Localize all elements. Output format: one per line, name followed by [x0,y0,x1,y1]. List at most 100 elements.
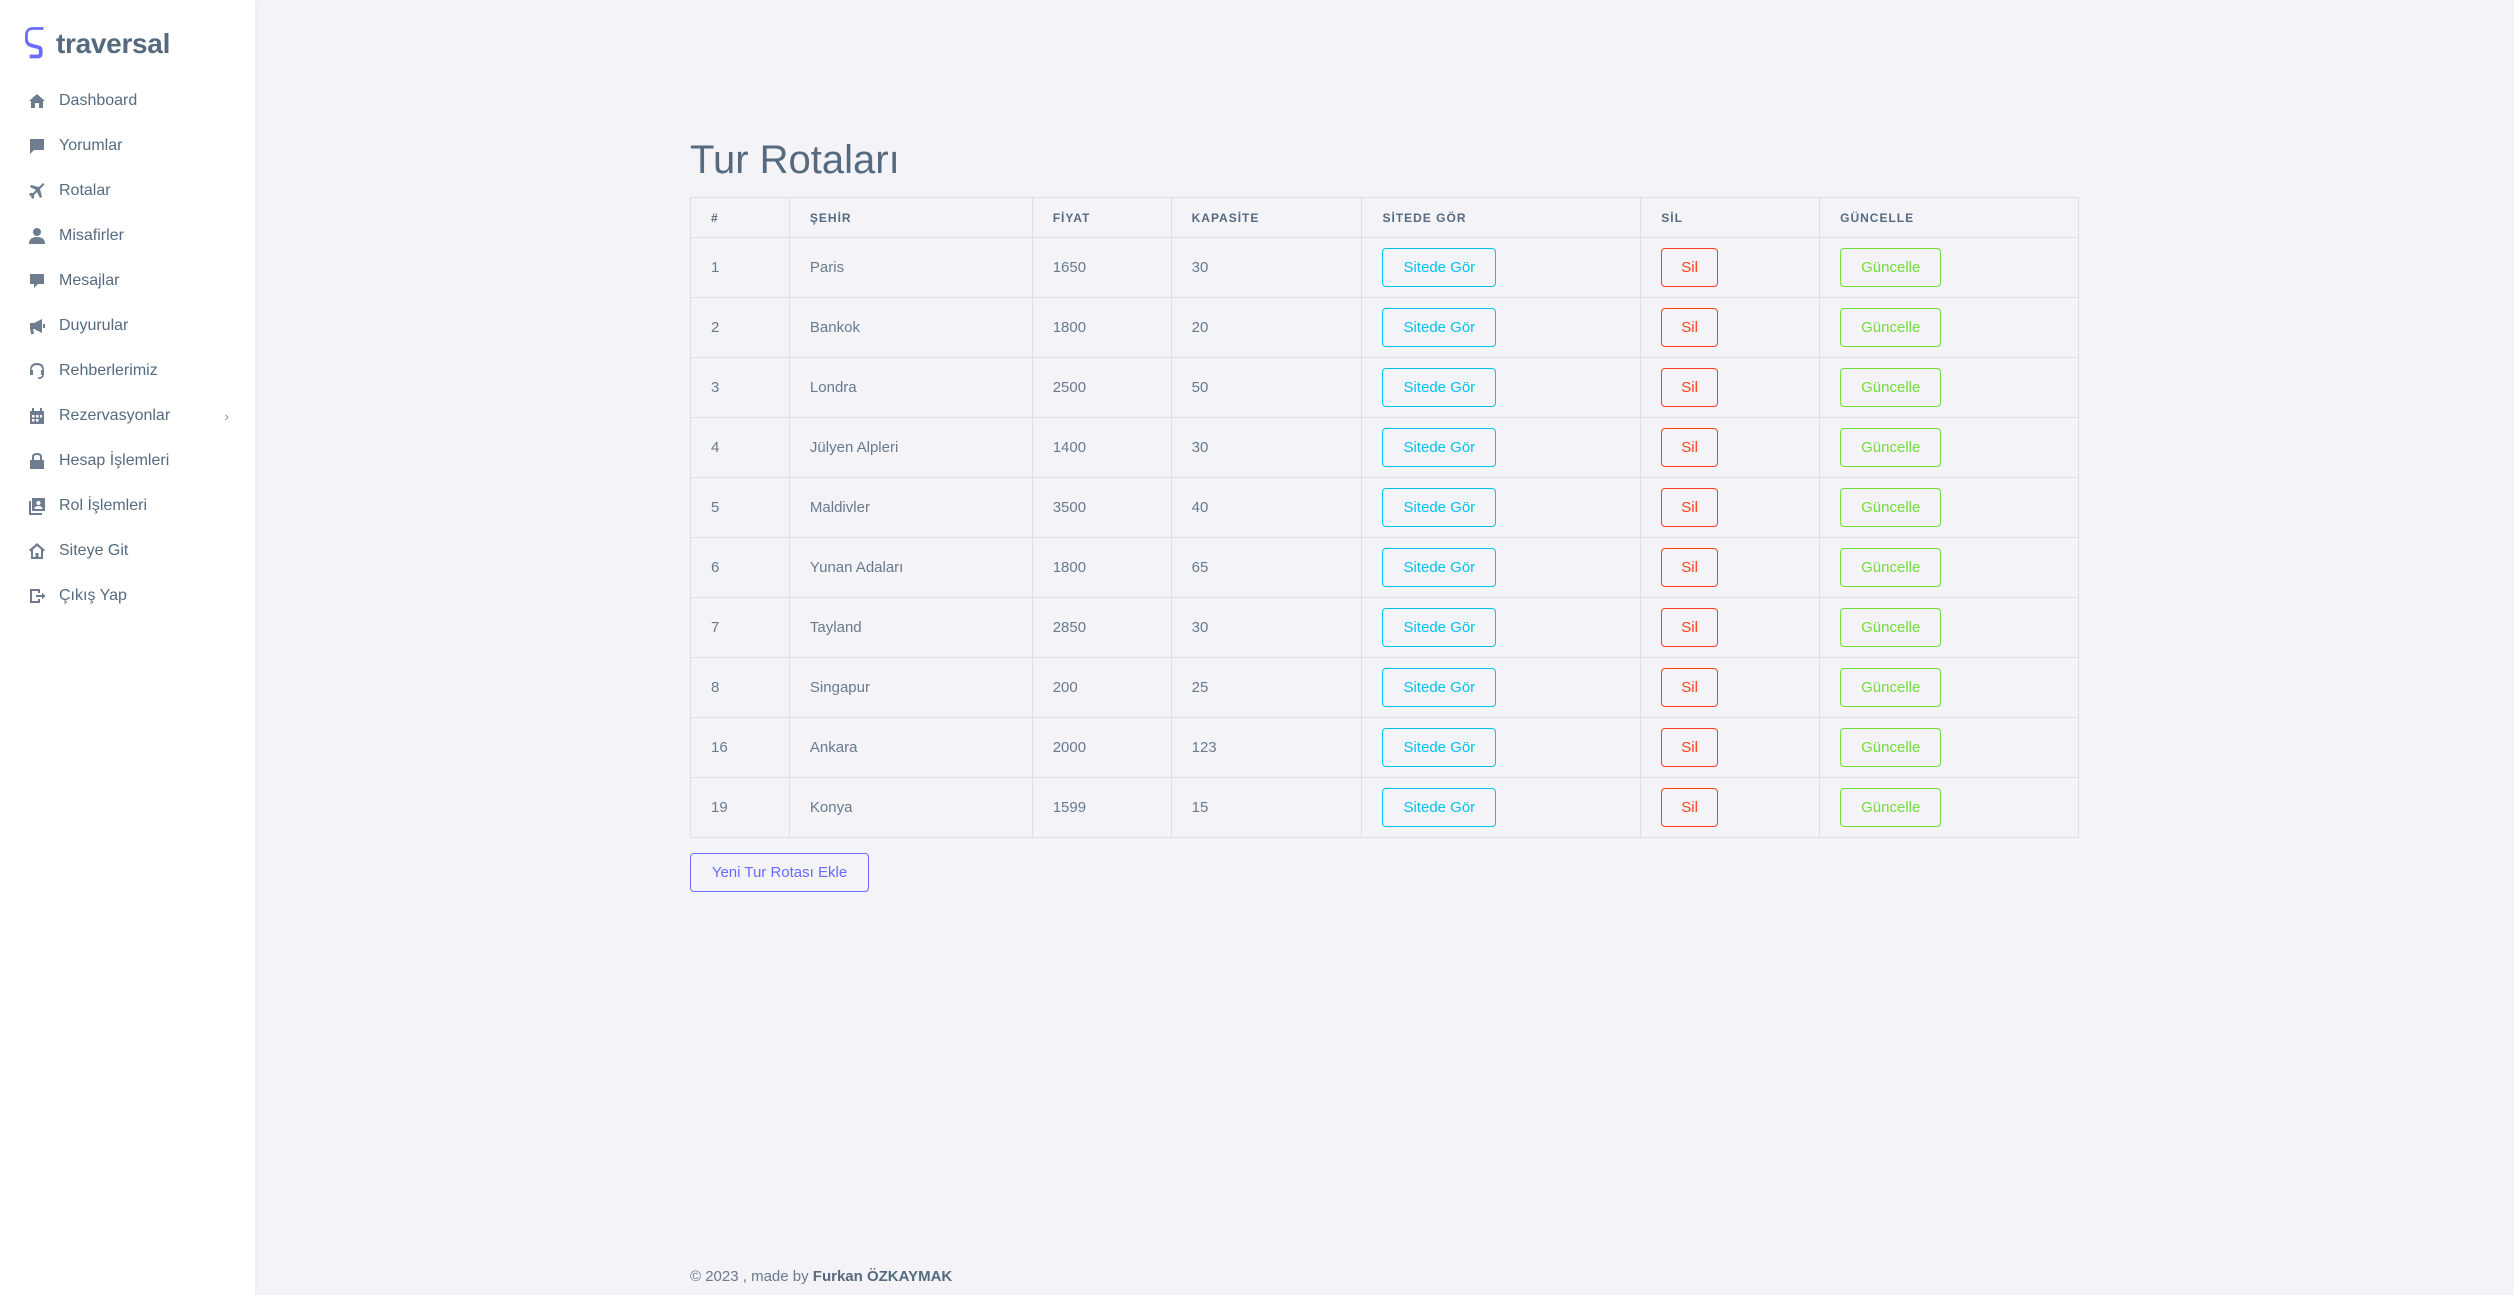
update-button[interactable]: Güncelle [1840,728,1942,767]
cell-capacity: 50 [1170,357,1363,418]
cell-city: Tayland [788,597,1033,658]
footer-prefix: © 2023 , made by [690,1268,813,1285]
sidebar-item-siteye-git[interactable]: Siteye Git [0,528,255,573]
cell-id: 19 [690,777,790,838]
sidebar-item-rezervasyonlar[interactable]: Rezervasyonlar › [0,393,255,438]
update-button[interactable]: Güncelle [1840,428,1942,467]
sidebar-item-cikis-yap[interactable]: Çıkış Yap [0,573,255,618]
cell-action: Güncelle [1819,597,2079,658]
cell-action: Sitede Gör [1361,237,1642,298]
delete-button[interactable]: Sil [1661,668,1718,707]
cell-action: Sitede Gör [1361,417,1642,478]
cell-action: Güncelle [1819,717,2079,778]
delete-button[interactable]: Sil [1661,488,1718,527]
update-button[interactable]: Güncelle [1840,668,1942,707]
view-on-site-button[interactable]: Sitede Gör [1382,488,1497,527]
cell-action: Sil [1640,357,1821,418]
update-button[interactable]: Güncelle [1840,608,1942,647]
view-on-site-button[interactable]: Sitede Gör [1382,608,1497,647]
user-icon [28,227,46,245]
cell-action: Sil [1640,297,1821,358]
delete-button[interactable]: Sil [1661,248,1718,287]
delete-button[interactable]: Sil [1661,608,1718,647]
cell-capacity: 30 [1170,417,1363,478]
cell-action: Güncelle [1819,657,2079,718]
cell-capacity: 30 [1170,237,1363,298]
delete-button[interactable]: Sil [1661,548,1718,587]
cell-city: Bankok [788,297,1033,358]
cell-action: Sil [1640,237,1821,298]
sidebar-item-hesap-i-slemleri[interactable]: Hesap İşlemleri [0,438,255,483]
cell-action: Güncelle [1819,357,2079,418]
cell-price: 2850 [1031,597,1172,658]
cell-action: Sitede Gör [1361,777,1642,838]
column-header-price: FİYAT [1031,197,1172,238]
sidebar-item-rehberlerimiz[interactable]: Rehberlerimiz [0,348,255,393]
sidebar-item-mesajlar[interactable]: Mesajlar [0,258,255,303]
update-button[interactable]: Güncelle [1840,308,1942,347]
cell-city: Yunan Adaları [788,537,1033,598]
cell-id: 16 [690,717,790,778]
column-header-update: GÜNCELLE [1819,197,2079,238]
sidebar-item-misafirler[interactable]: Misafirler [0,213,255,258]
cell-city: Paris [788,237,1033,298]
delete-button[interactable]: Sil [1661,308,1718,347]
view-on-site-button[interactable]: Sitede Gör [1382,668,1497,707]
cell-price: 2500 [1031,357,1172,418]
cell-action: Sil [1640,717,1821,778]
delete-button[interactable]: Sil [1661,368,1718,407]
sidebar-item-label: Çıkış Yap [59,586,127,604]
update-button[interactable]: Güncelle [1840,788,1942,827]
delete-button[interactable]: Sil [1661,428,1718,467]
cell-id: 8 [690,657,790,718]
update-button[interactable]: Güncelle [1840,488,1942,527]
update-button[interactable]: Güncelle [1840,368,1942,407]
cell-price: 1400 [1031,417,1172,478]
sidebar-item-dashboard[interactable]: Dashboard [0,78,255,123]
cell-city: Singapur [788,657,1033,718]
add-route-button[interactable]: Yeni Tur Rotası Ekle [690,853,869,892]
cell-action: Sitede Gör [1361,657,1642,718]
cell-action: Güncelle [1819,537,2079,598]
view-on-site-button[interactable]: Sitede Gör [1382,308,1497,347]
cell-capacity: 15 [1170,777,1363,838]
cell-id: 5 [690,477,790,538]
cell-capacity: 30 [1170,597,1363,658]
view-on-site-button[interactable]: Sitede Gör [1382,788,1497,827]
cell-id: 6 [690,537,790,598]
update-button[interactable]: Güncelle [1840,548,1942,587]
sidebar-item-label: Dashboard [59,91,138,109]
view-on-site-button[interactable]: Sitede Gör [1382,548,1497,587]
cell-action: Sitede Gör [1361,297,1642,358]
column-header-city: ŞEHİR [788,197,1033,238]
calendar-icon [28,407,46,425]
update-button[interactable]: Güncelle [1840,248,1942,287]
view-on-site-button[interactable]: Sitede Gör [1382,728,1497,767]
sidebar-item-rol-i-slemleri[interactable]: Rol İşlemleri [0,483,255,528]
delete-button[interactable]: Sil [1661,728,1718,767]
view-on-site-button[interactable]: Sitede Gör [1382,428,1497,467]
cell-action: Sil [1640,597,1821,658]
cell-action: Güncelle [1819,777,2079,838]
sidebar: traversal Dashboard Yorumlar Rotalar Misafi… [0,0,255,1295]
view-on-site-button[interactable]: Sitede Gör [1382,368,1497,407]
footer-author[interactable]: Furkan ÖZKAYMAK [813,1268,952,1285]
home-icon [28,92,46,110]
view-on-site-button[interactable]: Sitede Gör [1382,248,1497,287]
sidebar-item-label: Rezervasyonlar [59,406,171,424]
sidebar-item-label: Duyurular [59,316,129,334]
cell-action: Sil [1640,657,1821,718]
house-outline-icon [28,542,46,560]
cell-id: 2 [690,297,790,358]
brand[interactable]: traversal [24,24,170,64]
sidebar-item-label: Siteye Git [59,541,129,559]
sidebar-item-yorumlar[interactable]: Yorumlar [0,123,255,168]
sidebar-item-label: Yorumlar [59,136,123,154]
cell-price: 1800 [1031,297,1172,358]
sidebar-item-rotalar[interactable]: Rotalar [0,168,255,213]
cell-id: 3 [690,357,790,418]
sidebar-item-duyurular[interactable]: Duyurular [0,303,255,348]
table-header-row: # ŞEHİR FİYAT KAPASİTE SİTEDE GÖR SİL GÜ… [690,197,2079,238]
table-row: 7 Tayland 2850 30 Sitede Gör Sil Güncelle [690,597,2079,658]
delete-button[interactable]: Sil [1661,788,1718,827]
